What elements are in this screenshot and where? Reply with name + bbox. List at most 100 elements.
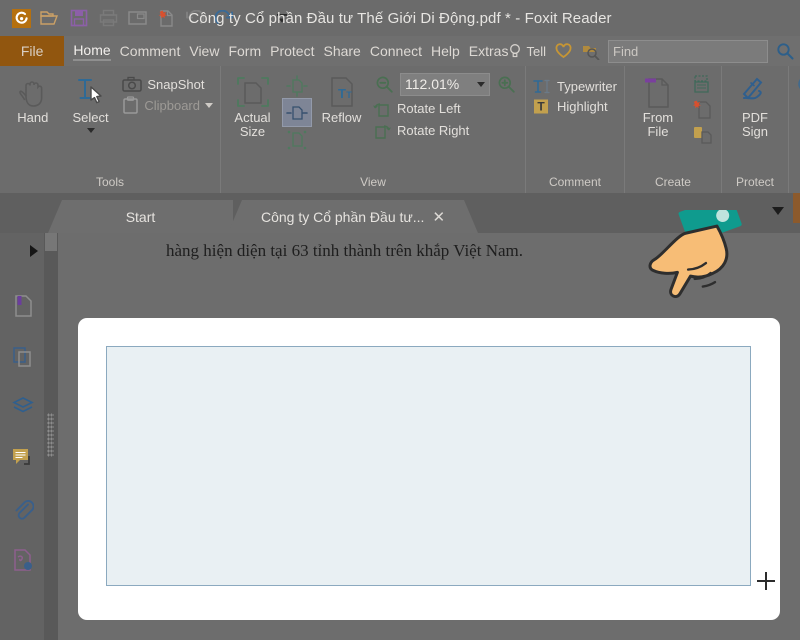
menu-item-comment[interactable]: Comment bbox=[120, 43, 181, 59]
sidebar-item-attachments[interactable] bbox=[8, 495, 38, 525]
sidebar-item-comments[interactable] bbox=[8, 443, 38, 473]
hand-tool-label: Hand bbox=[17, 110, 49, 125]
zoom-level-value: 112.01% bbox=[405, 76, 460, 92]
menu-item-protect[interactable]: Protect bbox=[270, 43, 314, 59]
pdf-sign-label-line1: PDF bbox=[741, 110, 768, 125]
ribbon-group-protect: PDF Sign Protect bbox=[720, 66, 788, 193]
menu-item-share[interactable]: Share bbox=[323, 43, 360, 59]
open-icon[interactable] bbox=[39, 7, 61, 29]
create-from-file-button[interactable]: From File bbox=[632, 70, 684, 139]
svg-text:T: T bbox=[537, 100, 545, 114]
share-web-icon[interactable] bbox=[796, 74, 800, 98]
reflow-button[interactable]: TT Reflow bbox=[317, 70, 366, 125]
ribbon-group-title-comment: Comment bbox=[548, 175, 601, 189]
create-small-buttons bbox=[690, 70, 714, 146]
clipboard-page-icon bbox=[693, 126, 712, 144]
clipboard-button: Clipboard bbox=[122, 96, 213, 114]
tab-close-icon[interactable]: ✕ bbox=[432, 208, 445, 226]
search-folder-icon[interactable] bbox=[580, 40, 602, 62]
foxit-logo-icon[interactable] bbox=[10, 7, 32, 29]
customize-toolbar-icon[interactable] bbox=[242, 7, 264, 29]
menu-item-help[interactable]: Help bbox=[431, 43, 460, 59]
ribbon-group-title-tools: Tools bbox=[95, 175, 124, 189]
hand-tool-button[interactable]: Hand bbox=[7, 70, 59, 125]
tab-list-dropdown-caret-icon[interactable] bbox=[772, 207, 784, 215]
rotate-right-button[interactable]: Rotate Right bbox=[372, 121, 518, 140]
save-icon[interactable] bbox=[68, 7, 90, 29]
sidebar-item-bookmarks[interactable] bbox=[8, 291, 38, 321]
fit-visible-button[interactable] bbox=[283, 126, 311, 153]
title-bar: Công ty Cổ phần Đầu tư Thế Giới Di Động.… bbox=[0, 0, 800, 36]
tab-start-label: Start bbox=[125, 208, 156, 225]
favorites-heart-icon[interactable] bbox=[552, 40, 574, 62]
highlight-button[interactable]: T Highlight bbox=[533, 98, 617, 115]
select-tool-button[interactable]: Select bbox=[65, 70, 117, 133]
quick-access-toolbar bbox=[0, 7, 293, 29]
search-icon[interactable] bbox=[774, 40, 796, 62]
sidebar-item-layers[interactable] bbox=[8, 391, 38, 421]
hand-icon bbox=[18, 74, 48, 110]
menu-item-form[interactable]: Form bbox=[228, 43, 261, 59]
menu-item-connect[interactable]: Connect bbox=[370, 43, 422, 59]
actual-size-button[interactable]: Actual Size bbox=[228, 70, 277, 139]
document-action-icon[interactable] bbox=[796, 102, 800, 126]
menu-item-file[interactable]: File bbox=[0, 36, 65, 66]
select-dropdown-caret-icon[interactable] bbox=[86, 128, 95, 133]
fit-page-icon bbox=[286, 74, 308, 97]
snapshot-button[interactable]: SnapShot bbox=[122, 76, 213, 93]
zoom-controls: 112.01% bbox=[372, 72, 518, 96]
clipboard-icon bbox=[123, 96, 139, 114]
pointing-hand-illustration bbox=[636, 193, 766, 325]
pdf-sign-button[interactable]: PDF Sign bbox=[729, 70, 781, 139]
comment-small-buttons: Typewriter T Highlight bbox=[533, 70, 617, 115]
typewriter-icon bbox=[533, 79, 550, 94]
right-edge-accent bbox=[793, 193, 800, 223]
actual-size-label-line2: Size bbox=[239, 124, 266, 139]
sidebar-resize-grip[interactable] bbox=[47, 413, 54, 457]
zoom-dropdown-caret-icon[interactable] bbox=[477, 81, 485, 87]
sidebar-item-page-thumbnails[interactable] bbox=[8, 341, 38, 371]
tab-start[interactable]: Start bbox=[48, 200, 233, 233]
menu-item-home[interactable]: Home bbox=[73, 42, 111, 61]
menu-item-list: Home Comment View Form Protect Share Con… bbox=[64, 36, 508, 66]
digital-signatures-icon bbox=[14, 549, 32, 571]
find-input[interactable]: Find bbox=[608, 39, 768, 63]
typewriter-label: Typewriter bbox=[557, 79, 617, 94]
page-scroll-thumb[interactable] bbox=[45, 233, 57, 251]
ribbon-group-comment: Typewriter T Highlight Comment bbox=[525, 66, 624, 193]
create-from-scanner-button[interactable] bbox=[690, 72, 714, 96]
sidebar-item-digital-signatures[interactable] bbox=[8, 545, 38, 575]
create-from-clipboard-button[interactable] bbox=[690, 122, 714, 146]
fit-page-button[interactable] bbox=[283, 72, 311, 99]
tell-me-button[interactable]: Tell bbox=[508, 43, 546, 59]
fit-width-button[interactable] bbox=[282, 98, 312, 127]
comments-icon bbox=[13, 448, 30, 465]
menu-item-view[interactable]: View bbox=[189, 43, 219, 59]
rotate-right-label: Rotate Right bbox=[397, 123, 470, 138]
foxit-reader-window: Công ty Cổ phần Đầu tư Thế Giới Di Động.… bbox=[0, 0, 800, 640]
zoom-level-input[interactable]: 112.01% bbox=[400, 72, 490, 96]
snapshot-selection-rectangle[interactable] bbox=[106, 346, 751, 586]
more-options-icon[interactable] bbox=[271, 7, 293, 29]
undo-icon[interactable] bbox=[184, 7, 206, 29]
redo-icon[interactable] bbox=[213, 7, 235, 29]
tab-document[interactable]: Công ty Cổ phần Đầu tư... ✕ bbox=[228, 200, 478, 233]
email-icon[interactable] bbox=[126, 7, 148, 29]
create-blank-button[interactable] bbox=[690, 97, 714, 121]
bookmarks-icon bbox=[15, 295, 32, 317]
reflow-icon: TT bbox=[326, 74, 358, 110]
ribbon-group-tools: Hand Select SnapShot Clipboard Tools bbox=[0, 66, 220, 193]
zoom-out-button[interactable] bbox=[372, 72, 396, 96]
pdf-sign-label-line2: Sign bbox=[741, 124, 768, 139]
svg-text:T: T bbox=[338, 86, 346, 101]
zoom-in-button[interactable] bbox=[494, 72, 518, 96]
menu-item-extras[interactable]: Extras bbox=[469, 43, 509, 59]
print-icon[interactable] bbox=[97, 7, 119, 29]
typewriter-button[interactable]: Typewriter bbox=[533, 78, 617, 95]
rotate-left-button[interactable]: Rotate Left bbox=[372, 99, 518, 118]
tab-document-label: Công ty Cổ phần Đầu tư... bbox=[260, 208, 425, 225]
highlight-label: Highlight bbox=[557, 99, 608, 114]
new-from-file-icon[interactable] bbox=[155, 7, 177, 29]
expand-sidebar-icon[interactable] bbox=[30, 245, 38, 257]
page-thumbnails-icon bbox=[13, 346, 31, 367]
